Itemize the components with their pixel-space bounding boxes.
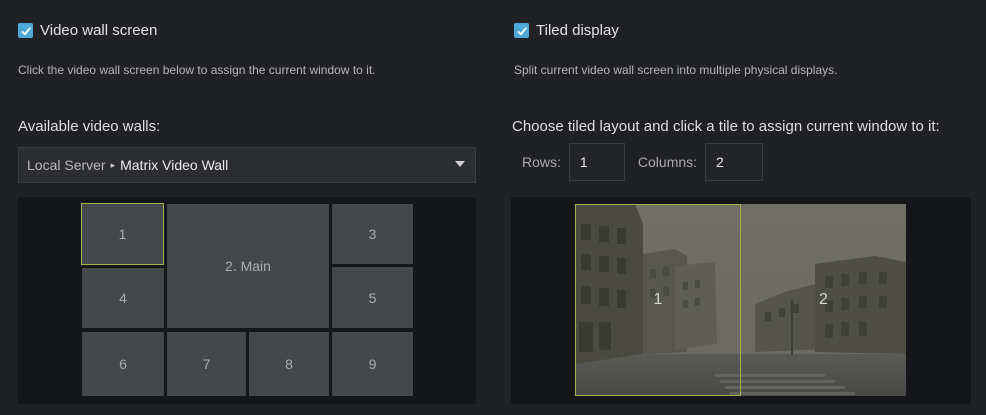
tiled-display-panel: Tiled display Split current video wall s… — [496, 0, 986, 415]
wall-screen-2-main[interactable]: 2. Main — [167, 204, 329, 328]
video-wall-checkbox[interactable] — [18, 23, 33, 38]
video-wall-panel: Video wall screen Click the video wall s… — [0, 0, 490, 415]
tiled-display-checkbox-label: Tiled display — [536, 22, 619, 39]
wall-screen-3[interactable]: 3 — [332, 204, 413, 264]
video-wall-description: Click the video wall screen below to ass… — [18, 63, 376, 77]
rows-input[interactable]: 1 — [568, 143, 625, 181]
wall-screen-4[interactable]: 4 — [82, 268, 164, 328]
tiled-display-preview: 1 2 — [511, 197, 971, 404]
rows-label: Rows: — [522, 154, 561, 170]
wall-screen-9[interactable]: 9 — [332, 332, 413, 396]
tiled-display-checkbox-row[interactable]: Tiled display — [514, 22, 619, 39]
wall-screen-5[interactable]: 5 — [332, 267, 413, 328]
chevron-down-icon[interactable] — [455, 161, 465, 167]
columns-label: Columns: — [637, 154, 698, 170]
wall-screen-8[interactable]: 8 — [249, 332, 329, 396]
dropdown-server: Local Server — [27, 157, 106, 173]
video-wall-checkbox-label: Video wall screen — [40, 22, 158, 39]
dropdown-wall: Matrix Video Wall — [120, 157, 229, 173]
street-preview-image: 1 2 — [575, 204, 906, 396]
tile-grid-settings: Rows: 1 Columns: 2 — [522, 143, 764, 181]
checkmark-icon — [516, 26, 527, 36]
wall-screen-7[interactable]: 7 — [167, 332, 246, 396]
wall-screen-6[interactable]: 6 — [82, 332, 164, 396]
tile-1[interactable]: 1 — [575, 204, 741, 396]
tiled-display-checkbox[interactable] — [514, 23, 529, 38]
columns-input[interactable]: 2 — [705, 143, 764, 181]
video-wall-dropdown[interactable]: Local Server ▸ Matrix Video Wall — [18, 147, 476, 183]
tile-2[interactable]: 2 — [741, 204, 906, 396]
choose-layout-label: Choose tiled layout and click a tile to … — [512, 118, 940, 135]
breadcrumb-arrow-icon: ▸ — [110, 159, 116, 170]
tiled-display-description: Split current video wall screen into mul… — [514, 63, 838, 77]
checkmark-icon — [20, 26, 31, 36]
wall-screen-1[interactable]: 1 — [81, 203, 164, 265]
video-wall-grid: 1 2. Main 3 4 5 6 7 8 9 — [18, 197, 476, 404]
video-wall-checkbox-row[interactable]: Video wall screen — [18, 22, 157, 39]
available-walls-label: Available video walls: — [18, 118, 161, 135]
